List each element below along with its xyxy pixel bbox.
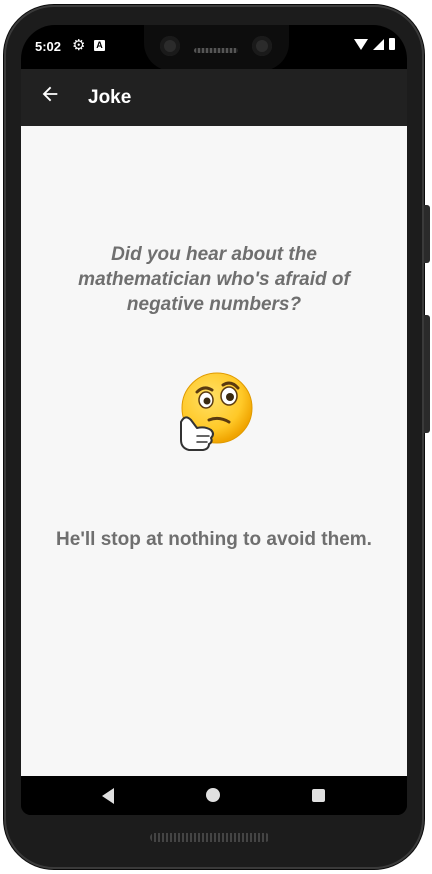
status-bar: 5:02 ⚙ A xyxy=(21,25,407,71)
joke-answer: He'll stop at nothing to avoid them. xyxy=(56,529,372,550)
navigation-bar xyxy=(21,776,407,815)
page-title: Joke xyxy=(88,87,132,108)
app-bar: Joke xyxy=(21,69,407,126)
status-time: 5:02 xyxy=(35,39,62,54)
thinking-face-icon xyxy=(180,372,253,451)
home-circle-icon[interactable] xyxy=(206,788,220,802)
bottom-speaker xyxy=(150,833,270,842)
battery-icon xyxy=(389,38,395,50)
signal-icon xyxy=(373,39,384,50)
settings-icon: ⚙ xyxy=(72,37,86,54)
recents-square-icon[interactable] xyxy=(312,789,325,802)
power-button xyxy=(424,205,430,263)
phone-screen: 5:02 ⚙ A Joke Did you hear about the mat… xyxy=(21,25,407,815)
a-notification-icon: A xyxy=(94,40,105,51)
volume-button xyxy=(424,315,430,433)
camera-icon xyxy=(160,36,180,56)
joke-question: Did you hear about the mathematician who… xyxy=(78,244,350,315)
camera-notch xyxy=(144,25,289,71)
status-icons xyxy=(354,38,395,50)
wifi-icon xyxy=(354,39,368,50)
arrow-left-icon[interactable] xyxy=(39,83,61,105)
camera-icon xyxy=(252,36,272,56)
back-triangle-icon[interactable] xyxy=(102,788,114,804)
joke-content: Did you hear about the mathematician who… xyxy=(21,126,407,776)
earpiece-speaker xyxy=(194,48,238,53)
phone-frame: 5:02 ⚙ A Joke Did you hear about the mat… xyxy=(4,5,430,869)
